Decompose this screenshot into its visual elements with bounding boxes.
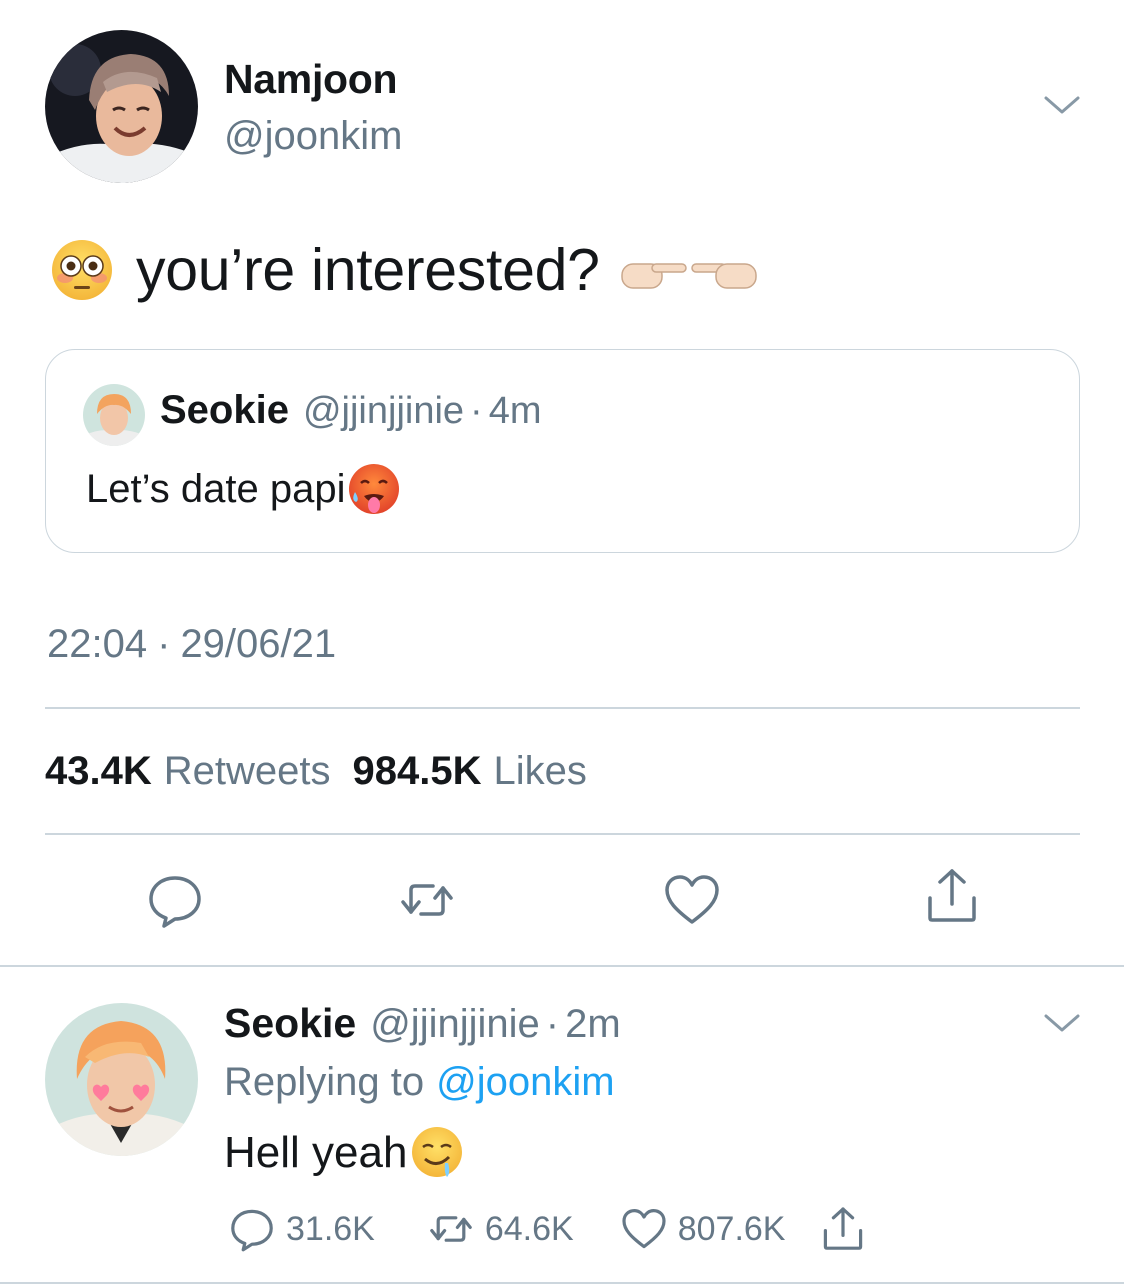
tweet-date: 29/06/21 — [180, 622, 337, 666]
retweets-count[interactable]: 43.4K — [45, 749, 152, 794]
like-icon[interactable] — [620, 1205, 668, 1253]
mention-link[interactable]: @joonkim — [436, 1060, 614, 1104]
separator-dot: · — [545, 1002, 560, 1046]
quoted-author-avatar — [83, 384, 145, 446]
quoted-tweet-time: 4m — [488, 390, 542, 432]
tweet-stats: 43.4K Retweets 984.5K Likes — [45, 749, 587, 794]
reply-tweet-time[interactable]: 2m — [565, 1002, 621, 1047]
likes-count[interactable]: 984.5K — [353, 749, 482, 794]
like-icon[interactable] — [662, 870, 722, 930]
tweet-text-row: you’re interested? — [50, 234, 760, 306]
likes-label[interactable]: Likes — [493, 749, 586, 794]
separator-dot: · — [157, 622, 171, 666]
quoted-tweet-text-row: Let’s date papi — [86, 462, 401, 516]
like-count: 807.6K — [677, 1209, 786, 1248]
retweet-icon[interactable] — [397, 870, 457, 930]
flushed-face-emoji — [52, 240, 112, 300]
reply-text: Hell yeah — [224, 1128, 408, 1177]
share-icon[interactable] — [922, 866, 982, 926]
tweet-text: you’re interested? — [136, 237, 600, 303]
quoted-author-name: Seokie — [160, 388, 289, 432]
reply-text-row: Hell yeah — [224, 1125, 465, 1181]
author-avatar[interactable] — [45, 30, 198, 183]
retweet-count: 64.6K — [484, 1209, 574, 1248]
reply-icon[interactable] — [145, 870, 205, 930]
share-icon[interactable] — [819, 1205, 867, 1253]
chevron-down-icon[interactable] — [1040, 1008, 1084, 1038]
retweets-label[interactable]: Retweets — [164, 749, 331, 794]
share-button[interactable] — [819, 1205, 867, 1253]
quoted-tweet-text: Let’s date papi — [86, 466, 346, 511]
divider — [45, 707, 1080, 709]
quoted-tweet-card[interactable]: Seokie @jjinjjinie · 4m Let’s date papi — [45, 349, 1080, 553]
reply-button[interactable]: 31.6K — [228, 1205, 375, 1253]
author-handle[interactable]: @joonkim — [224, 114, 402, 159]
replying-to: Replying to @joonkim — [224, 1060, 615, 1105]
reply-count: 31.6K — [286, 1209, 375, 1248]
divider — [0, 965, 1124, 967]
reply-author-name[interactable]: Seokie — [224, 1000, 356, 1047]
replying-to-label: Replying to — [224, 1060, 425, 1104]
tweet-timestamp[interactable]: 22:04 · 29/06/21 — [47, 622, 336, 667]
author-name[interactable]: Namjoon — [224, 56, 398, 103]
reply-author-avatar[interactable] — [45, 1003, 198, 1156]
retweet-icon[interactable] — [427, 1205, 475, 1253]
pointing-fingers-emoji — [620, 263, 757, 289]
quoted-author-handle: @jjinjjinie — [302, 390, 465, 432]
hot-face-emoji — [349, 464, 400, 514]
like-button[interactable]: 807.6K — [620, 1205, 786, 1253]
quoted-tweet-header: Seokie @jjinjjinie · 4m — [160, 388, 542, 433]
reply-icon[interactable] — [228, 1205, 276, 1253]
drooling-face-emoji — [412, 1127, 463, 1177]
chevron-down-icon[interactable] — [1040, 90, 1084, 120]
reply-tweet-header: Seokie @jjinjjinie · 2m — [224, 1000, 621, 1047]
tweet-time: 22:04 — [47, 622, 148, 666]
retweet-button[interactable]: 64.6K — [427, 1205, 574, 1253]
reply-action-bar: 31.6K 64.6K 807.6K — [228, 1205, 867, 1253]
separator-dot: · — [470, 390, 483, 432]
divider — [0, 1282, 1124, 1284]
reply-author-handle[interactable]: @jjinjjinie — [370, 1002, 540, 1047]
divider — [45, 833, 1080, 835]
